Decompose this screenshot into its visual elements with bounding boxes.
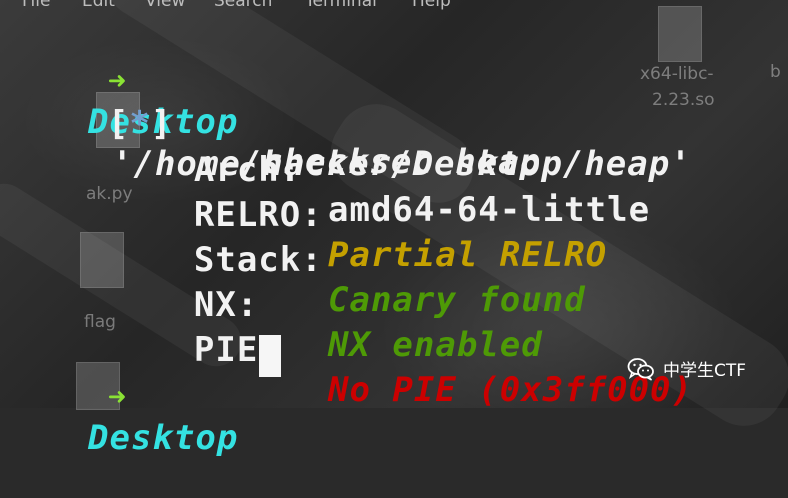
row-value-arch: amd64-64-little: [328, 190, 651, 230]
row-value-stack: Canary found: [328, 280, 586, 320]
watermark: 中学生CTF: [627, 356, 746, 381]
row-value-relro: Partial RELRO: [328, 235, 608, 275]
prompt-arrow-icon: ➜: [107, 380, 127, 415]
prompt-line-2: ➜ Desktop: [22, 336, 237, 498]
row-value-nx: NX enabled: [328, 325, 543, 365]
prompt-directory: Desktop: [88, 418, 239, 458]
terminal-cursor: [259, 335, 281, 377]
wechat-icon: [627, 357, 654, 381]
watermark-text: 中学生CTF: [663, 361, 747, 381]
terminal-output[interactable]: ➜ Desktop checksec heap [*] '/home/hacke…: [0, 0, 788, 458]
